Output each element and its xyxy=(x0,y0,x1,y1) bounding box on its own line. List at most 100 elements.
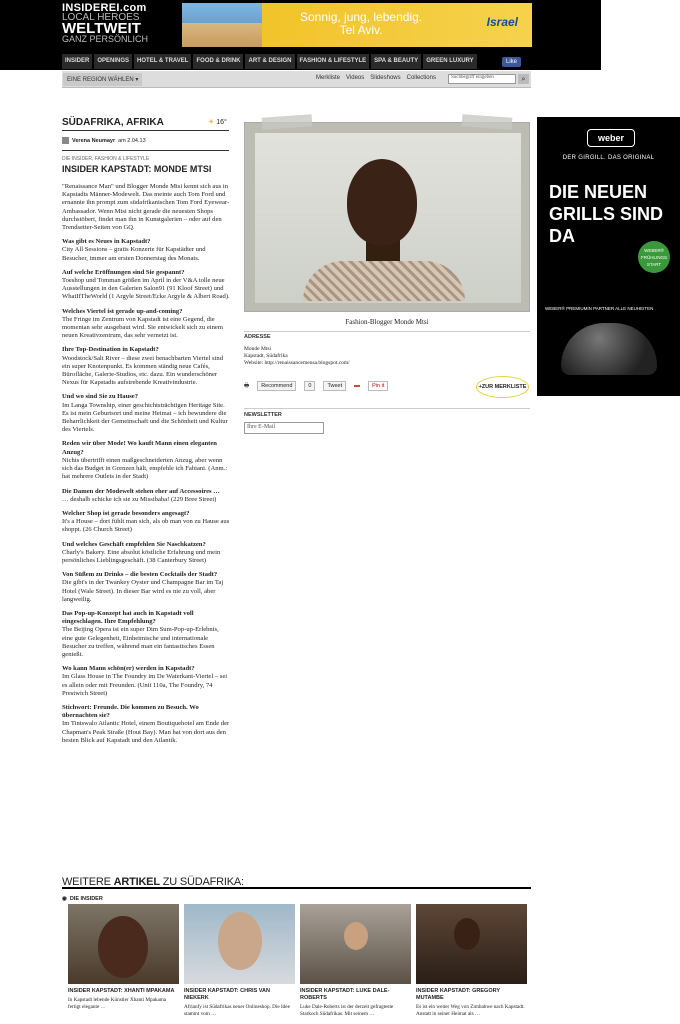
article-paragraph: Und wo sind Sie zu Hause? Im Langa Townsh… xyxy=(62,393,231,434)
article-title: INSIDER KAPSTADT: MONDE MTSI xyxy=(62,164,212,174)
thumbnail-face xyxy=(344,922,368,950)
article-body: "Renaissance Man" und Blogger Monde Mtsi… xyxy=(62,183,231,751)
article-paragraph: Wo kann Mann schön(er) werden in Kapstad… xyxy=(62,665,231,698)
sub-links: Merkliste Videos Slideshows Collections xyxy=(316,75,436,81)
nav-openings[interactable]: OPENINGS xyxy=(94,54,133,69)
nav-fashion-lifestyle[interactable]: FASHION & LIFESTYLE xyxy=(296,54,370,69)
grill-image xyxy=(561,323,657,375)
section-label: ◉ DIE INSIDER xyxy=(62,896,103,902)
interview-question: Wo kann Mann schön(er) werden in Kapstad… xyxy=(62,665,195,673)
related-article-card[interactable]: INSIDER KAPSTADT: XHANTI MPAKAMA In Kaps… xyxy=(68,904,179,1017)
sun-icon: ☀ xyxy=(208,119,215,126)
weather: ☀ 16° xyxy=(208,118,227,126)
related-article-card[interactable]: INSIDER KAPSTADT: CHRIS VAN NIEKERK Afri… xyxy=(184,904,295,1017)
interview-answer: It's a House – dort fühlt man sich, als … xyxy=(62,518,230,534)
nav-food-drink[interactable]: FOOD & DRINK xyxy=(193,54,244,69)
site-logo[interactable]: INSIDEREI.com LOCAL HEROES WELTWEIT GANZ… xyxy=(62,3,149,44)
thumbnail-face xyxy=(454,918,480,950)
article-thumbnail[interactable] xyxy=(416,904,527,984)
article-paragraph: Reden wir über Mode! Wo kauft Mann einen… xyxy=(62,440,231,481)
related-article-card[interactable]: INSIDER KAPSTADT: LUKE DALE-ROBERTS Luke… xyxy=(300,904,411,1017)
israel-logo: Israel xyxy=(486,15,518,29)
article-paragraph: Und welches Geschäft empfehlen Sie Nasch… xyxy=(62,541,231,566)
print-icon[interactable]: 🖶 xyxy=(244,382,249,391)
add-to-merkliste-button[interactable]: +ZUR MERKLISTE xyxy=(476,376,529,398)
interview-question: Stichwort: Freunde. Die kommen zu Besuch… xyxy=(62,703,199,720)
photo-caption: Fashion-Blogger Monde Mtsi xyxy=(345,318,429,326)
interview-question: Und welches Geschäft empfehlen Sie Nasch… xyxy=(62,540,206,548)
thumbnail-face xyxy=(98,916,148,978)
article-thumbnail[interactable] xyxy=(184,904,295,984)
nav-hotel-travel[interactable]: HOTEL & TRAVEL xyxy=(134,54,192,69)
ad-headline: DIE NEUEN GRILLS SIND DA xyxy=(549,182,664,246)
temperature: 16° xyxy=(216,119,227,126)
address-line: Monde Mtsi xyxy=(244,346,272,352)
article-photo xyxy=(244,122,530,312)
related-article-title[interactable]: INSIDER KAPSTADT: GREGORY MUTAMBE xyxy=(416,988,527,1002)
related-article-title[interactable]: INSIDER KAPSTADT: LUKE DALE-ROBERTS xyxy=(300,988,411,1002)
newsletter-email-input[interactable]: Ihre E-Mail xyxy=(244,422,324,434)
israel-banner-ad[interactable]: Sonnig, jung, lebendig. Tel Aviv. Israel xyxy=(182,3,532,47)
bullet-icon: ◉ xyxy=(62,896,67,902)
article-thumbnail[interactable] xyxy=(300,904,411,984)
link-collections[interactable]: Collections xyxy=(407,75,436,81)
ad-badge: WEBER® FRÜHLINGS START xyxy=(638,241,670,273)
weber-logo: weber xyxy=(587,129,635,147)
article-thumbnail[interactable] xyxy=(68,904,179,984)
weber-ad[interactable]: weber DER GIRGILL. DAS ORIGINAL DIE NEUE… xyxy=(537,117,680,396)
related-article-card[interactable]: INSIDER KAPSTADT: GREGORY MUTAMBE Es ist… xyxy=(416,904,527,1017)
category-breadcrumb[interactable]: DIE INSIDER, FASHION & LIFESTYLE xyxy=(62,156,149,162)
article-paragraph: Was gibt es Neues in Kapstadt? City All S… xyxy=(62,238,231,263)
related-article-title[interactable]: INSIDER KAPSTADT: CHRIS VAN NIEKERK xyxy=(184,988,295,1002)
interview-answer: Im Glass House in The Foundry im De Wate… xyxy=(62,673,228,697)
related-article-desc: Es ist ein weiter Weg von Zimbabwe nach … xyxy=(416,1004,525,1017)
facebook-like-button[interactable]: Like xyxy=(502,57,522,67)
divider xyxy=(62,887,531,889)
interview-answer: City All Sessions – gratis Konzerte für … xyxy=(62,246,206,262)
interview-question: Was gibt es Neues in Kapstadt? xyxy=(62,238,151,246)
related-article-desc: Afrianfy ist Südafrikas neuer Onlineshop… xyxy=(184,1004,290,1017)
search-icon[interactable]: ⌕ xyxy=(518,74,529,84)
interview-question: Reden wir über Mode! Wo kauft Mann einen… xyxy=(62,440,217,456)
author-name[interactable]: Verena Neumayr xyxy=(72,138,115,144)
photo-shirt xyxy=(303,261,465,301)
article-paragraph: Welches Viertel ist gerade up-and-coming… xyxy=(62,308,231,341)
interview-answer: The Beijing Opera ist ein super Dim Sum-… xyxy=(62,626,219,658)
interview-answer: Charly's Bakery. Eine absolut köstliche … xyxy=(62,548,221,564)
interview-question: Von Süßem zu Drinks – die besten Cocktai… xyxy=(62,571,218,579)
link-slideshows[interactable]: Slideshows xyxy=(370,75,400,81)
related-article-desc: In Kapstadt lebende Künstler Xhanti Mpak… xyxy=(68,997,167,1010)
logo-line: GANZ PERSÖNLICH xyxy=(62,34,149,44)
related-article-title[interactable]: INSIDER KAPSTADT: XHANTI MPAKAMA xyxy=(68,988,179,995)
newsletter-label: NEWSLETTER xyxy=(244,412,282,418)
article-paragraph: "Renaissance Man" und Blogger Monde Mtsi… xyxy=(62,183,231,232)
search-input[interactable]: Suchbegriff eingeben xyxy=(448,74,516,84)
interview-question: Das Pop-up-Konzept hat auch in Kapstadt … xyxy=(62,609,194,626)
nav-spa-beauty[interactable]: SPA & BEAUTY xyxy=(371,54,422,69)
website-link[interactable]: Website: http://renaissancemensa.blogspo… xyxy=(244,360,350,367)
facebook-recommend-button[interactable]: Recommend xyxy=(257,381,297,391)
link-videos[interactable]: Videos xyxy=(346,75,364,81)
region-select[interactable]: EINE REGION WÄHLEN ▾ xyxy=(63,73,143,86)
interview-question: Ihre Top-Destination in Kapstadt? xyxy=(62,346,159,354)
gplus-button[interactable] xyxy=(354,385,361,387)
link-merkliste[interactable]: Merkliste xyxy=(316,75,340,81)
tweet-button[interactable]: Tweet xyxy=(323,381,347,391)
address-block: Monde Mtsi Kapstadt, Südafrika Website: … xyxy=(244,346,350,367)
site-header: INSIDEREI.com LOCAL HEROES WELTWEIT GANZ… xyxy=(0,0,601,70)
related-articles: INSIDER KAPSTADT: XHANTI MPAKAMA In Kaps… xyxy=(68,904,527,1017)
nav-green-luxury[interactable]: GREEN LUXURY xyxy=(423,54,477,69)
pinterest-button[interactable]: Pin it xyxy=(368,381,389,391)
divider xyxy=(62,150,229,151)
related-article-desc: Luke Dale-Roberts ist der derzeit gefrag… xyxy=(300,1004,394,1017)
interview-question: Welches Viertel ist gerade up-and-coming… xyxy=(62,307,183,315)
nav-art-design[interactable]: ART & DESIGN xyxy=(245,54,295,69)
address-label: ADRESSE xyxy=(244,334,271,340)
interview-question: Die Damen der Modewelt stehen eher auf A… xyxy=(62,487,220,495)
interview-answer: Im Langa Township, einer geschichtsträch… xyxy=(62,401,228,434)
article-date: am 2.04.13 xyxy=(118,137,146,144)
interview-answer: Im Tintswalo Atlantic Hotel, einem Bouti… xyxy=(62,720,230,744)
ad-subline: DER GIRGILL. DAS ORIGINAL xyxy=(562,155,655,161)
thumbnail-face xyxy=(218,912,262,970)
nav-insider[interactable]: INSIDER xyxy=(62,54,93,69)
